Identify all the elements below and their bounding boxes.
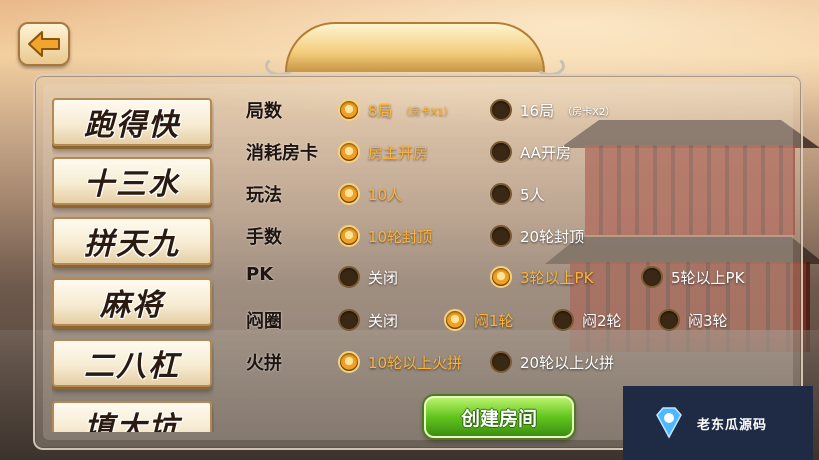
radio-unselected-icon[interactable] (490, 99, 512, 121)
title-ornament (265, 22, 565, 82)
watermark-text: 老东瓜源码 (697, 417, 768, 433)
choice-text: 5人 (520, 185, 545, 204)
radio-selected-icon[interactable] (444, 309, 466, 331)
back-button[interactable] (18, 22, 70, 66)
choice-text: 10轮以上火拼 (368, 353, 463, 372)
diamond-logo-icon (656, 407, 682, 439)
option-choice[interactable]: 10轮封顶 (338, 223, 432, 249)
option-choice[interactable]: 10轮以上火拼 (338, 349, 462, 375)
game-type-sidebar[interactable]: 跑得快 十三水 拼天九 麻将 二八杠 填大坑 (52, 94, 214, 432)
choice-note: （房卡X1） (400, 106, 454, 118)
radio-selected-icon[interactable] (338, 225, 360, 247)
choice-text: 5轮以上PK (671, 268, 745, 287)
choice-text: 关闭 (368, 268, 399, 287)
option-label: 手数 (246, 227, 282, 248)
choice-text: 20轮封顶 (520, 227, 585, 246)
radio-unselected-icon[interactable] (490, 183, 512, 205)
choice-text: 20轮以上火拼 (520, 353, 615, 372)
option-label: 闷圈 (246, 311, 282, 332)
option-choice[interactable]: AA开房 (490, 139, 571, 165)
option-choice[interactable]: 20轮封顶 (490, 223, 584, 249)
choice-text: 闷3轮 (688, 311, 728, 330)
choice-text: 闷2轮 (582, 311, 622, 330)
option-label: 局数 (246, 101, 282, 122)
game-tab-shisanshui[interactable]: 十三水 (52, 157, 212, 205)
game-tab-majiang[interactable]: 麻将 (52, 278, 212, 326)
game-tab-paodekuai[interactable]: 跑得快 (52, 98, 212, 146)
option-label: 消耗房卡 (246, 143, 318, 164)
ornament-right-curl (535, 56, 565, 76)
create-room-button[interactable]: 创建房间 (424, 396, 574, 438)
option-choice[interactable]: 房主开房 (338, 139, 428, 165)
option-choice[interactable]: 8局 （房卡X1） (338, 97, 454, 123)
choice-text: 房主开房 (368, 143, 429, 162)
radio-unselected-icon[interactable] (641, 266, 663, 288)
choice-text: 关闭 (368, 311, 399, 330)
radio-selected-icon[interactable] (338, 141, 360, 163)
option-choice[interactable]: 闷1轮 (444, 307, 514, 333)
radio-selected-icon[interactable] (490, 266, 512, 288)
game-tab-pintianjiu[interactable]: 拼天九 (52, 217, 212, 265)
choice-text: 8局 (368, 101, 393, 120)
back-arrow-icon (28, 31, 60, 57)
game-tab-label: 填大坑 (84, 411, 180, 432)
option-choice[interactable]: 5人 (490, 181, 545, 207)
choice-note: （房卡X2） (562, 106, 616, 118)
radio-unselected-icon[interactable] (490, 351, 512, 373)
option-choice[interactable]: 16局 （房卡X2） (490, 97, 615, 123)
option-choice[interactable]: 闷2轮 (552, 307, 622, 333)
game-tab-label: 十三水 (84, 167, 180, 202)
radio-unselected-icon[interactable] (552, 309, 574, 331)
game-tab-label: 二八杠 (84, 349, 180, 384)
game-tab-label: 跑得快 (84, 108, 180, 143)
radio-selected-icon[interactable] (338, 351, 360, 373)
option-choice[interactable]: 5轮以上PK (641, 264, 744, 290)
game-tab-erbagang[interactable]: 二八杠 (52, 339, 212, 387)
option-label: 火拼 (246, 353, 282, 374)
radio-unselected-icon[interactable] (338, 266, 360, 288)
option-choice[interactable]: 闷3轮 (658, 307, 728, 333)
game-tab-label: 麻将 (100, 288, 164, 323)
option-label: 玩法 (246, 185, 282, 206)
radio-unselected-icon[interactable] (490, 225, 512, 247)
option-choice[interactable]: 关闭 (338, 307, 398, 333)
option-choice[interactable]: 3轮以上PK (490, 264, 593, 290)
option-choice[interactable]: 20轮以上火拼 (490, 349, 614, 375)
create-room-label: 创建房间 (460, 407, 537, 430)
radio-selected-icon[interactable] (338, 99, 360, 121)
option-choice[interactable]: 关闭 (338, 264, 398, 290)
ornament-cap (285, 22, 545, 72)
option-label: PK (246, 264, 274, 285)
choice-text: 10人 (368, 185, 403, 204)
choice-text: 10轮封顶 (368, 227, 433, 246)
game-tab-tiandakeng[interactable]: 填大坑 (52, 401, 212, 432)
choice-text: 闷1轮 (474, 311, 514, 330)
radio-unselected-icon[interactable] (338, 309, 360, 331)
watermark: 老东瓜源码 (623, 386, 813, 460)
game-tab-label: 拼天九 (84, 227, 180, 262)
option-choice[interactable]: 10人 (338, 181, 402, 207)
choice-text: AA开房 (520, 143, 571, 162)
radio-selected-icon[interactable] (338, 183, 360, 205)
radio-unselected-icon[interactable] (658, 309, 680, 331)
choice-text: 3轮以上PK (520, 268, 594, 287)
radio-unselected-icon[interactable] (490, 141, 512, 163)
choice-text: 16局 (520, 101, 555, 120)
